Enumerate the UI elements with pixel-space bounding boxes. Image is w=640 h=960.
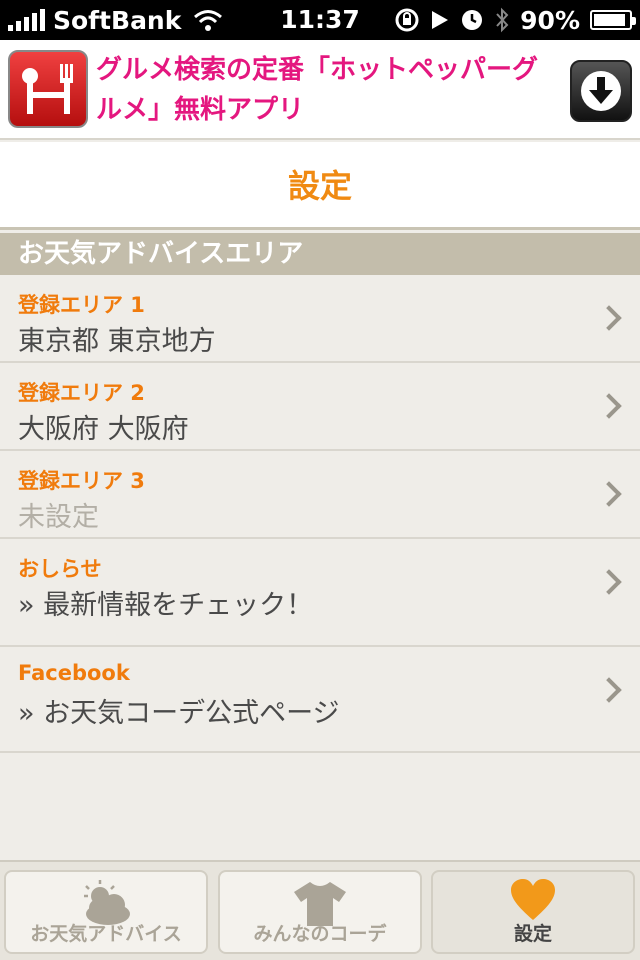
chevron-right-icon	[596, 677, 622, 703]
chevron-right-icon	[596, 305, 622, 331]
list-item-value: 東京都 東京地方	[18, 326, 216, 357]
bluetooth-icon	[496, 7, 509, 33]
tab-label: お天気アドバイス	[30, 923, 182, 945]
list-item-label: Facebook	[18, 661, 130, 685]
ad-download-button[interactable]	[570, 60, 632, 122]
list-item-label: 登録エリア 2	[18, 381, 145, 405]
list-item-value: 大阪府 大阪府	[18, 414, 189, 445]
list-item-label: 登録エリア 1	[18, 293, 145, 317]
fork-knife-icon	[22, 64, 73, 114]
tab-everyone-coordinate[interactable]: みんなのコーデ	[218, 870, 422, 954]
list-item-area-1[interactable]: 登録エリア 1 東京都 東京地方	[0, 275, 640, 363]
page-title: 設定	[287, 167, 352, 205]
list-item-value: 未設定	[18, 502, 99, 533]
list-item-value: » 最新情報をチェック！	[18, 590, 314, 621]
tab-label: 設定	[513, 923, 552, 945]
tab-bar: お天気アドバイス みんなのコーデ 設定	[0, 860, 640, 960]
title-bar: 設定	[0, 142, 640, 230]
battery-fill	[594, 14, 625, 26]
list-item-label: おしらせ	[18, 557, 102, 581]
battery-icon	[590, 10, 636, 30]
tab-weather-advice[interactable]: お天気アドバイス	[4, 870, 208, 954]
status-bar: SoftBank 11:37 90%	[0, 0, 640, 40]
tab-settings[interactable]: 設定	[431, 870, 635, 954]
play-icon	[432, 11, 449, 29]
section-title: お天気アドバイスエリア	[18, 239, 304, 269]
settings-list: 登録エリア 1 東京都 東京地方 登録エリア 2 大阪府 大阪府 登録エリア 3…	[0, 275, 640, 753]
list-item-value: » お天気コーデ公式ページ	[18, 698, 340, 729]
chevron-right-icon	[596, 393, 622, 419]
list-item-facebook[interactable]: Facebook » お天気コーデ公式ページ	[0, 647, 640, 753]
ad-text[interactable]: グルメ検索の定番「ホットペッパーグルメ」無料アプリ	[96, 50, 556, 130]
alarm-icon	[462, 10, 483, 30]
heart-icon	[511, 879, 555, 920]
section-header: お天気アドバイスエリア	[0, 233, 640, 275]
chevron-right-icon	[596, 481, 622, 507]
list-item-area-3[interactable]: 登録エリア 3 未設定	[0, 451, 640, 539]
list-item-news[interactable]: おしらせ » 最新情報をチェック！	[0, 539, 640, 647]
chevron-right-icon	[596, 569, 622, 595]
list-item-label: 登録エリア 3	[18, 469, 145, 493]
rotation-lock-icon	[395, 8, 419, 32]
ad-app-logo[interactable]	[8, 50, 88, 128]
download-icon	[581, 71, 621, 111]
tab-label: みんなのコーデ	[253, 923, 387, 945]
battery-percent: 90%	[520, 5, 580, 35]
ad-banner[interactable]: グルメ検索の定番「ホットペッパーグルメ」無料アプリ	[0, 40, 640, 140]
status-right: 90%	[394, 4, 636, 36]
list-item-area-2[interactable]: 登録エリア 2 大阪府 大阪府	[0, 363, 640, 451]
